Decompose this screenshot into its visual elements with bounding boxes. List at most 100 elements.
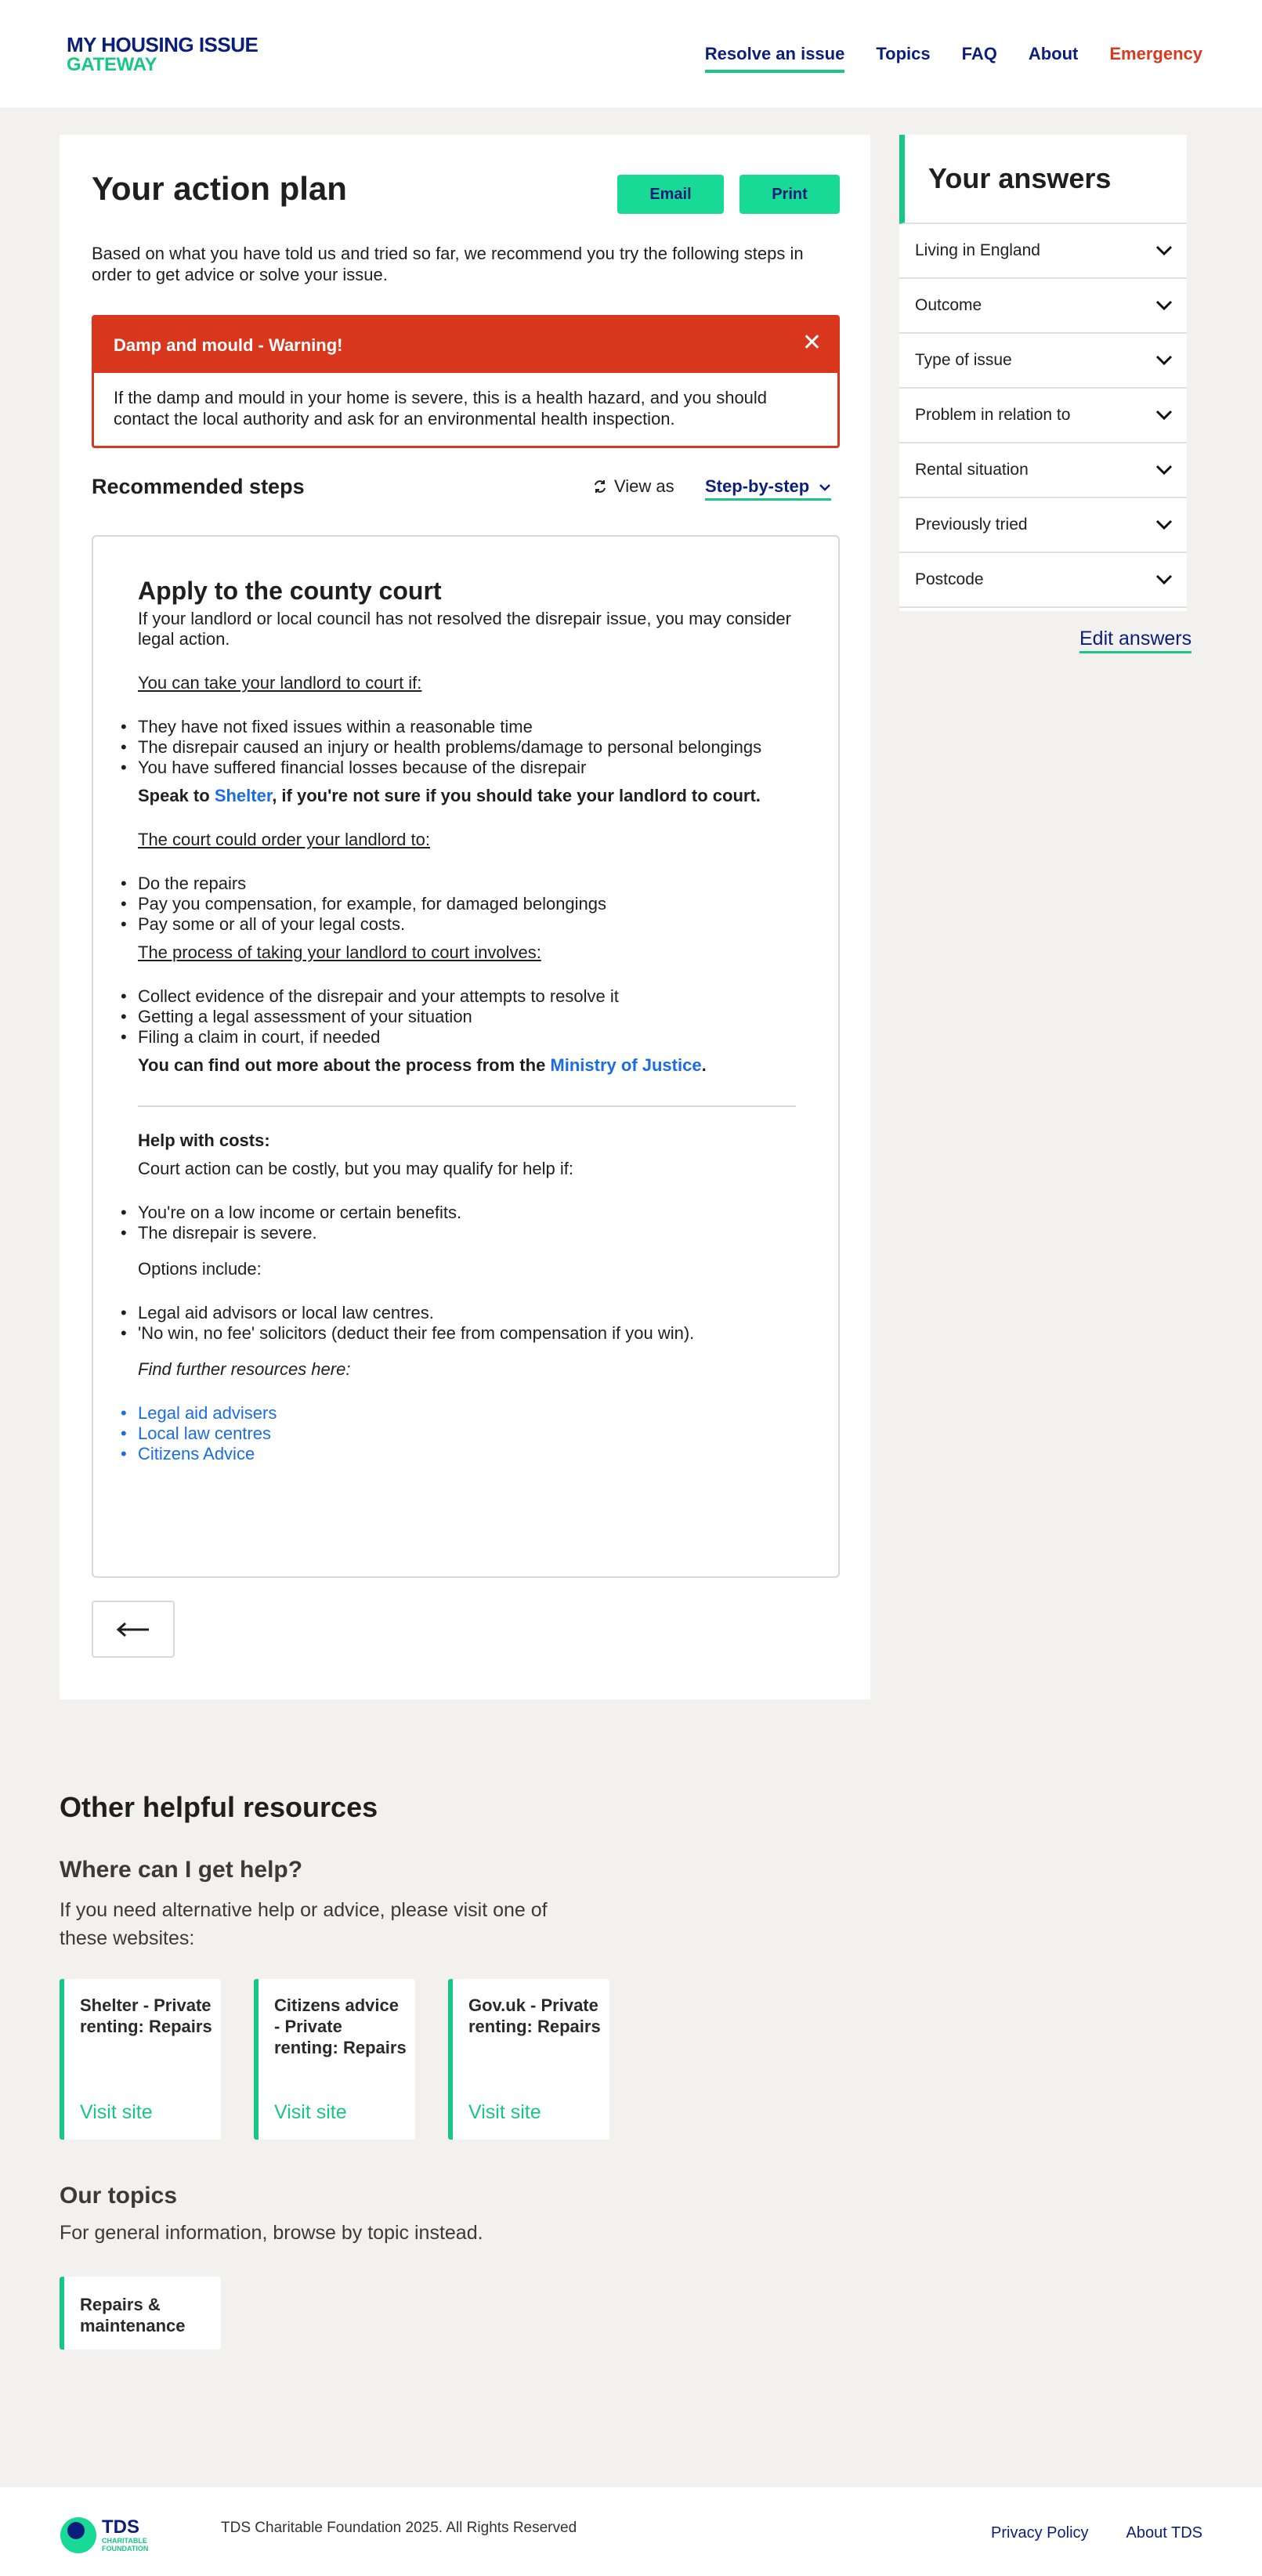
steps-panel: Apply to the county court If your landlo…: [92, 535, 840, 1578]
answers-panel: Your answers Living in England Outcome T…: [899, 135, 1187, 611]
local-law-centres-link[interactable]: Local law centres: [121, 1424, 796, 1444]
visit-site-link[interactable]: Visit site: [468, 2101, 541, 2124]
tds-logo-icon: [60, 2517, 96, 2553]
list-item: They have not fixed issues within a reas…: [121, 717, 796, 737]
shelter-link[interactable]: Shelter: [215, 786, 272, 805]
answer-label: Living in England: [915, 241, 1040, 259]
topics-description: For general information, browse by topic…: [60, 2222, 483, 2244]
other-resources-title: Other helpful resources: [60, 1791, 378, 1823]
resource-card-citizens-advice[interactable]: Citizens advice - Private renting: Repai…: [254, 1979, 415, 2140]
view-as-label: View as: [614, 476, 674, 496]
process-heading: The process of taking your landlord to c…: [138, 942, 541, 962]
court-order-list: Do the repairs Pay you compensation, for…: [121, 874, 796, 935]
print-button[interactable]: Print: [739, 175, 840, 214]
visit-site-link[interactable]: Visit site: [80, 2101, 153, 2124]
nav-topics[interactable]: Topics: [876, 44, 930, 73]
answer-label: Type of issue: [915, 351, 1012, 369]
court-if-heading: You can take your landlord to court if:: [138, 673, 422, 693]
visit-site-link[interactable]: Visit site: [274, 2101, 347, 2124]
answer-living-in-england[interactable]: Living in England: [899, 224, 1187, 279]
answer-label: Outcome: [915, 296, 982, 314]
back-button[interactable]: [92, 1601, 175, 1658]
resource-card-shelter[interactable]: Shelter - Private renting: Repairs Visit…: [60, 1979, 221, 2140]
email-button[interactable]: Email: [617, 175, 724, 214]
about-tds-link[interactable]: About TDS: [1126, 2524, 1202, 2542]
list-item: Filing a claim in court, if needed: [121, 1027, 796, 1047]
answer-rental-situation[interactable]: Rental situation: [899, 443, 1187, 498]
moj-info: You can find out more about the process …: [138, 1055, 796, 1076]
chevron-down-icon: [1155, 574, 1173, 585]
view-mode-select[interactable]: Step-by-step: [705, 476, 832, 501]
step-title: Apply to the county court: [138, 577, 442, 605]
site-logo[interactable]: MY HOUSING ISSUE GATEWAY: [67, 33, 259, 75]
logo-line-1: MY HOUSING ISSUE: [67, 33, 259, 56]
nav-faq[interactable]: FAQ: [962, 44, 997, 73]
footer-logo-sub-2: FOUNDATION: [102, 2545, 149, 2552]
answer-problem-in-relation-to[interactable]: Problem in relation to: [899, 389, 1187, 443]
speak-to-shelter: Speak to Shelter, if you're not sure if …: [138, 786, 796, 806]
close-icon[interactable]: ✕: [802, 331, 822, 355]
answer-outcome[interactable]: Outcome: [899, 279, 1187, 334]
site-header: MY HOUSING ISSUE GATEWAY Resolve an issu…: [0, 0, 1262, 107]
court-order-heading: The court could order your landlord to:: [138, 830, 430, 849]
edit-answers-link[interactable]: Edit answers: [1079, 628, 1192, 653]
costs-intro: Court action can be costly, but you may …: [138, 1159, 573, 1178]
court-if-list: They have not fixed issues within a reas…: [121, 717, 796, 778]
answers-title: Your answers: [928, 162, 1112, 194]
divider: [138, 1105, 796, 1107]
options-list: Legal aid advisors or local law centres.…: [121, 1303, 796, 1344]
action-plan-card: Your action plan Email Print Based on wh…: [60, 135, 870, 1699]
arrow-left-icon: [116, 1622, 149, 1637]
nav-about[interactable]: About: [1029, 44, 1079, 73]
footer-logo-text: TDS CHARITABLE FOUNDATION: [102, 2518, 149, 2553]
view-mode-value: Step-by-step: [705, 476, 810, 496]
warning-body: If the damp and mould in your home is se…: [114, 388, 768, 429]
recommended-steps-heading: Recommended steps: [92, 475, 305, 498]
chevron-down-icon: [1155, 245, 1173, 256]
legal-aid-advisers-link[interactable]: Legal aid advisers: [121, 1403, 796, 1424]
costs-heading: Help with costs:: [138, 1131, 270, 1150]
chevron-down-icon: [819, 484, 831, 491]
privacy-policy-link[interactable]: Privacy Policy: [991, 2524, 1088, 2542]
nav-resolve-an-issue[interactable]: Resolve an issue: [704, 44, 845, 73]
speak-post-text: , if you're not sure if you should take …: [272, 786, 761, 805]
answer-postcode[interactable]: Postcode: [899, 553, 1187, 608]
footer-logo[interactable]: TDS CHARITABLE FOUNDATION: [60, 2516, 148, 2554]
view-as-toggle[interactable]: View as: [592, 476, 674, 497]
moj-pre-text: You can find out more about the process …: [138, 1055, 551, 1075]
further-resources-list: Legal aid advisers Local law centres Cit…: [121, 1403, 796, 1464]
answer-previously-tried[interactable]: Previously tried: [899, 498, 1187, 553]
topics-heading: Our topics: [60, 2183, 178, 2209]
speak-pre-text: Speak to: [138, 786, 215, 805]
resource-card-govuk[interactable]: Gov.uk - Private renting: Repairs Visit …: [448, 1979, 609, 2140]
footer-logo-sub-1: CHARITABLE: [102, 2537, 147, 2545]
step-intro: If your landlord or local council has no…: [138, 609, 791, 649]
chevron-down-icon: [1155, 465, 1173, 476]
refresh-icon: [595, 480, 606, 493]
chevron-down-icon: [1155, 410, 1173, 421]
citizens-advice-link[interactable]: Citizens Advice: [121, 1444, 796, 1464]
resource-card-title: Shelter - Private renting: Repairs: [80, 1995, 212, 2036]
list-item: Pay some or all of your legal costs.: [121, 914, 796, 935]
list-item: You have suffered financial losses becau…: [121, 758, 796, 778]
answer-label: Rental situation: [915, 461, 1029, 479]
further-resources-label: Find further resources here:: [138, 1359, 351, 1379]
topic-card-title: Repairs & maintenance: [80, 2295, 186, 2335]
help-heading: Where can I get help?: [60, 1857, 303, 1883]
ministry-of-justice-link[interactable]: Ministry of Justice: [550, 1055, 701, 1075]
list-item: Collect evidence of the disrepair and yo…: [121, 986, 796, 1007]
answer-type-of-issue[interactable]: Type of issue: [899, 334, 1187, 389]
copyright-text: TDS Charitable Foundation 2025. All Righ…: [221, 2520, 577, 2536]
list-item: Do the repairs: [121, 874, 796, 894]
site-footer: TDS CHARITABLE FOUNDATION TDS Charitable…: [0, 2487, 1262, 2576]
list-item: The disrepair is severe.: [121, 1223, 796, 1243]
logo-line-2: GATEWAY: [67, 54, 157, 75]
costs-list: You're on a low income or certain benefi…: [121, 1203, 796, 1243]
topic-card-repairs[interactable]: Repairs & maintenance: [60, 2277, 221, 2350]
chevron-down-icon: [1155, 300, 1173, 311]
warning-alert: Damp and mould - Warning! ✕ If the damp …: [92, 315, 840, 448]
answer-label: Postcode: [915, 570, 984, 588]
warning-title: Damp and mould - Warning!: [114, 335, 343, 355]
list-item: The disrepair caused an injury or health…: [121, 737, 796, 758]
nav-emergency[interactable]: Emergency: [1109, 44, 1202, 73]
